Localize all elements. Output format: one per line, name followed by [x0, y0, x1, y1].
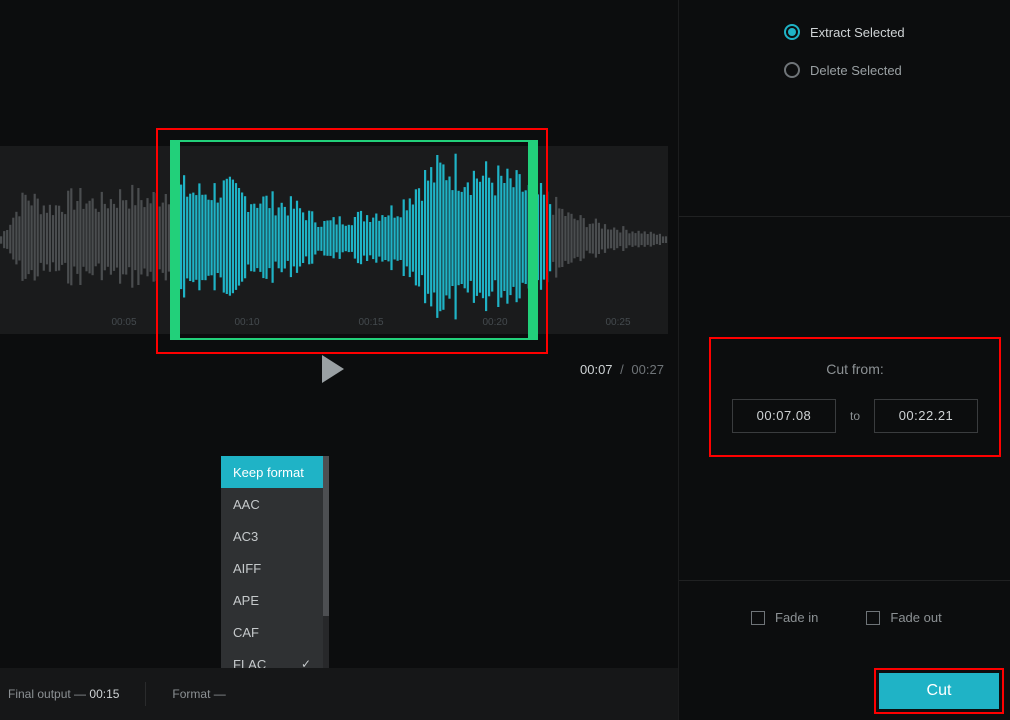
to-label: to [850, 409, 860, 423]
dropdown-scroll-thumb[interactable] [323, 456, 329, 616]
radio-icon [784, 24, 800, 40]
format-option[interactable]: APE [221, 584, 323, 616]
footer-divider [145, 682, 146, 706]
selection-handle-right[interactable] [528, 140, 538, 340]
final-output-readout: Final output — 00:15 [8, 687, 119, 701]
selection-mode-group: Extract Selected Delete Selected [784, 18, 905, 94]
footer-bar: Final output — 00:15 Format — [0, 668, 678, 720]
total-time: 00:27 [631, 362, 664, 377]
radio-delete-selected[interactable]: Delete Selected [784, 56, 905, 84]
format-option[interactable]: Keep format [221, 456, 323, 488]
fade-options: Fade in Fade out [751, 610, 942, 625]
cut-button-annotation: Cut [874, 668, 1004, 714]
axis-tick: 00:25 [605, 317, 630, 328]
checkbox-icon [751, 611, 765, 625]
main-panel: 00:05 00:10 00:15 00:20 00:25 00:07 / 00… [0, 0, 678, 720]
waveform-track[interactable]: 00:05 00:10 00:15 00:20 00:25 [0, 146, 668, 334]
format-option[interactable]: AIFF [221, 552, 323, 584]
checkbox-icon [866, 611, 880, 625]
cut-range-panel: Cut from: 00:07.08 to 00:22.21 [709, 337, 1001, 457]
radio-icon [784, 62, 800, 78]
axis-tick: 00:05 [111, 317, 136, 328]
format-option[interactable]: AAC [221, 488, 323, 520]
play-icon[interactable] [322, 355, 344, 383]
axis-tick: 00:20 [482, 317, 507, 328]
current-time: 00:07 [580, 362, 613, 377]
format-option[interactable]: CAF [221, 616, 323, 648]
time-readout: 00:07 / 00:27 [580, 362, 664, 377]
format-readout[interactable]: Format — [172, 687, 225, 701]
fade-out-checkbox[interactable]: Fade out [866, 610, 941, 625]
radio-extract-selected[interactable]: Extract Selected [784, 18, 905, 46]
cut-to-input[interactable]: 00:22.21 [874, 399, 978, 433]
divider [679, 216, 1010, 217]
format-option[interactable]: AC3 [221, 520, 323, 552]
cut-button[interactable]: Cut [879, 673, 999, 709]
side-panel: Extract Selected Delete Selected Cut fro… [678, 0, 1010, 720]
axis-tick: 00:15 [358, 317, 383, 328]
cut-from-input[interactable]: 00:07.08 [732, 399, 836, 433]
fade-in-checkbox[interactable]: Fade in [751, 610, 818, 625]
cut-range-title: Cut from: [727, 361, 983, 377]
axis-tick: 00:10 [234, 317, 259, 328]
selection-handle-left[interactable] [170, 140, 180, 340]
divider [679, 580, 1010, 581]
